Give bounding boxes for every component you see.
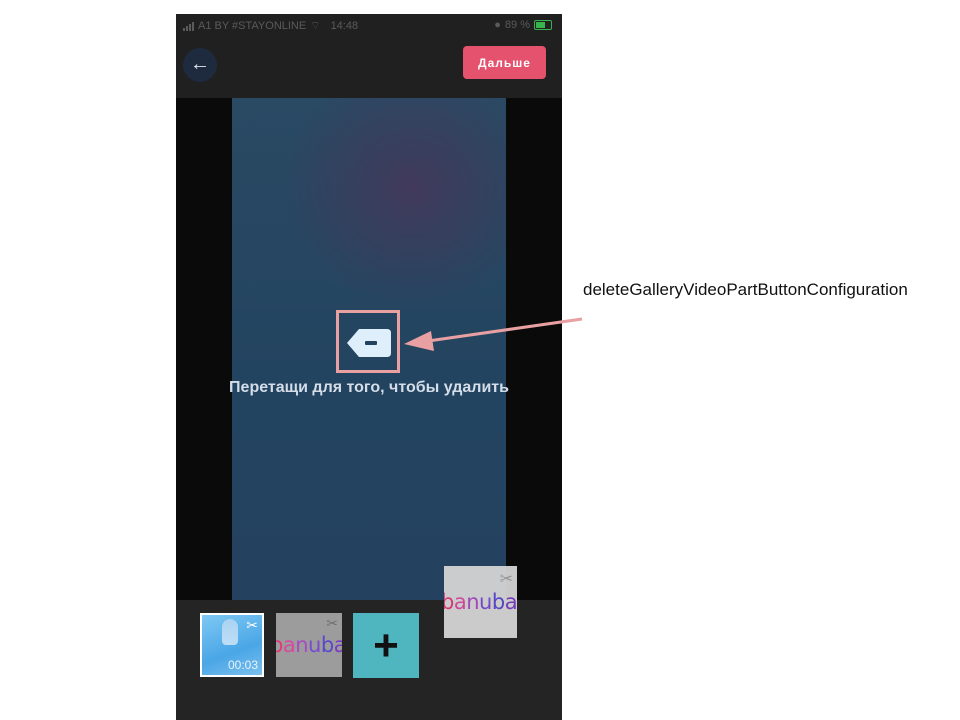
annotation-arrow (404, 317, 583, 351)
annotation-label: deleteGalleryVideoPartButtonConfiguratio… (583, 280, 908, 299)
